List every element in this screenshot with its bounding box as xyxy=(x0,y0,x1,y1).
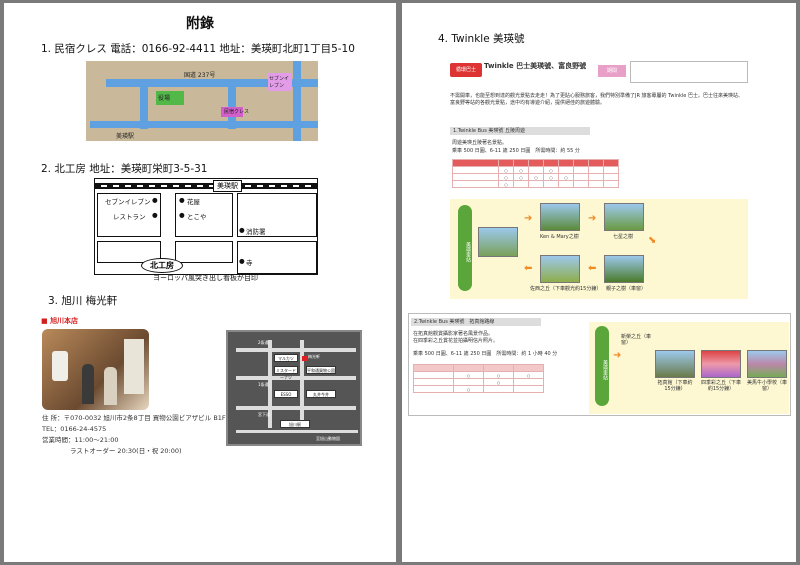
shop-name: 旭川本店 xyxy=(50,317,79,325)
section-1-heading: 1. 民宿クレス 電話：0166-92-4411 地址：美瑛町北町1丁目5-10 xyxy=(41,43,355,55)
twinkle-bus-flyer-2: 2.Twinkle Bus 美瑛號 拓真館路線 在拓真館觀賞攝影家著名風景作品。… xyxy=(408,313,791,416)
map-minshuku-kuresu: 国道 237号 役場 セブンイレブン 民宿クレス 美瑛駅 xyxy=(86,61,318,141)
restaurant-photo xyxy=(42,329,149,410)
right-page: 4. Twinkle 美瑛號 循環巴士 Twinkle 巴士美瑛號、富良野號 期… xyxy=(402,3,796,562)
map-kita-koubou: 美瑛駅 セブンイレブン ● レストラン ● ● 花屋 ● とこや ● 消防署 ●… xyxy=(94,178,318,282)
map-baikouken: 2条通 マルカツ 梅光軒 1条通 ミスタードーナツ 平和通買物公園 ESSO 丸… xyxy=(226,330,362,446)
timetable-1: ○ ○ ○ ○ ○ ○ ○ ○ ○ xyxy=(452,159,619,188)
section-3-heading: 3. 旭川 梅光軒 xyxy=(48,295,118,307)
timetable-2: ○ ○ ○ ○ ○ xyxy=(413,364,544,393)
section-2-heading: 2. 北工房 地址：美瑛町栄町3-5-31 xyxy=(41,163,208,175)
kita-koubou-sign: 北工房 xyxy=(141,258,183,273)
left-page: 附錄 1. 民宿クレス 電話：0166-92-4411 地址：美瑛町北町1丁目5… xyxy=(4,3,396,562)
shop-info: 住 所：〒070-0032 旭川市2条8丁目 買物公園ビアザビル B1F TEL… xyxy=(42,414,226,455)
twinkle-bus-flyer-1: 循環巴士 Twinkle 巴士美瑛號、富良野號 期間 不需開車，也能至想到達的觀… xyxy=(448,55,750,300)
section-4-heading: 4. Twinkle 美瑛號 xyxy=(438,33,525,45)
page-title: 附錄 xyxy=(186,16,214,32)
